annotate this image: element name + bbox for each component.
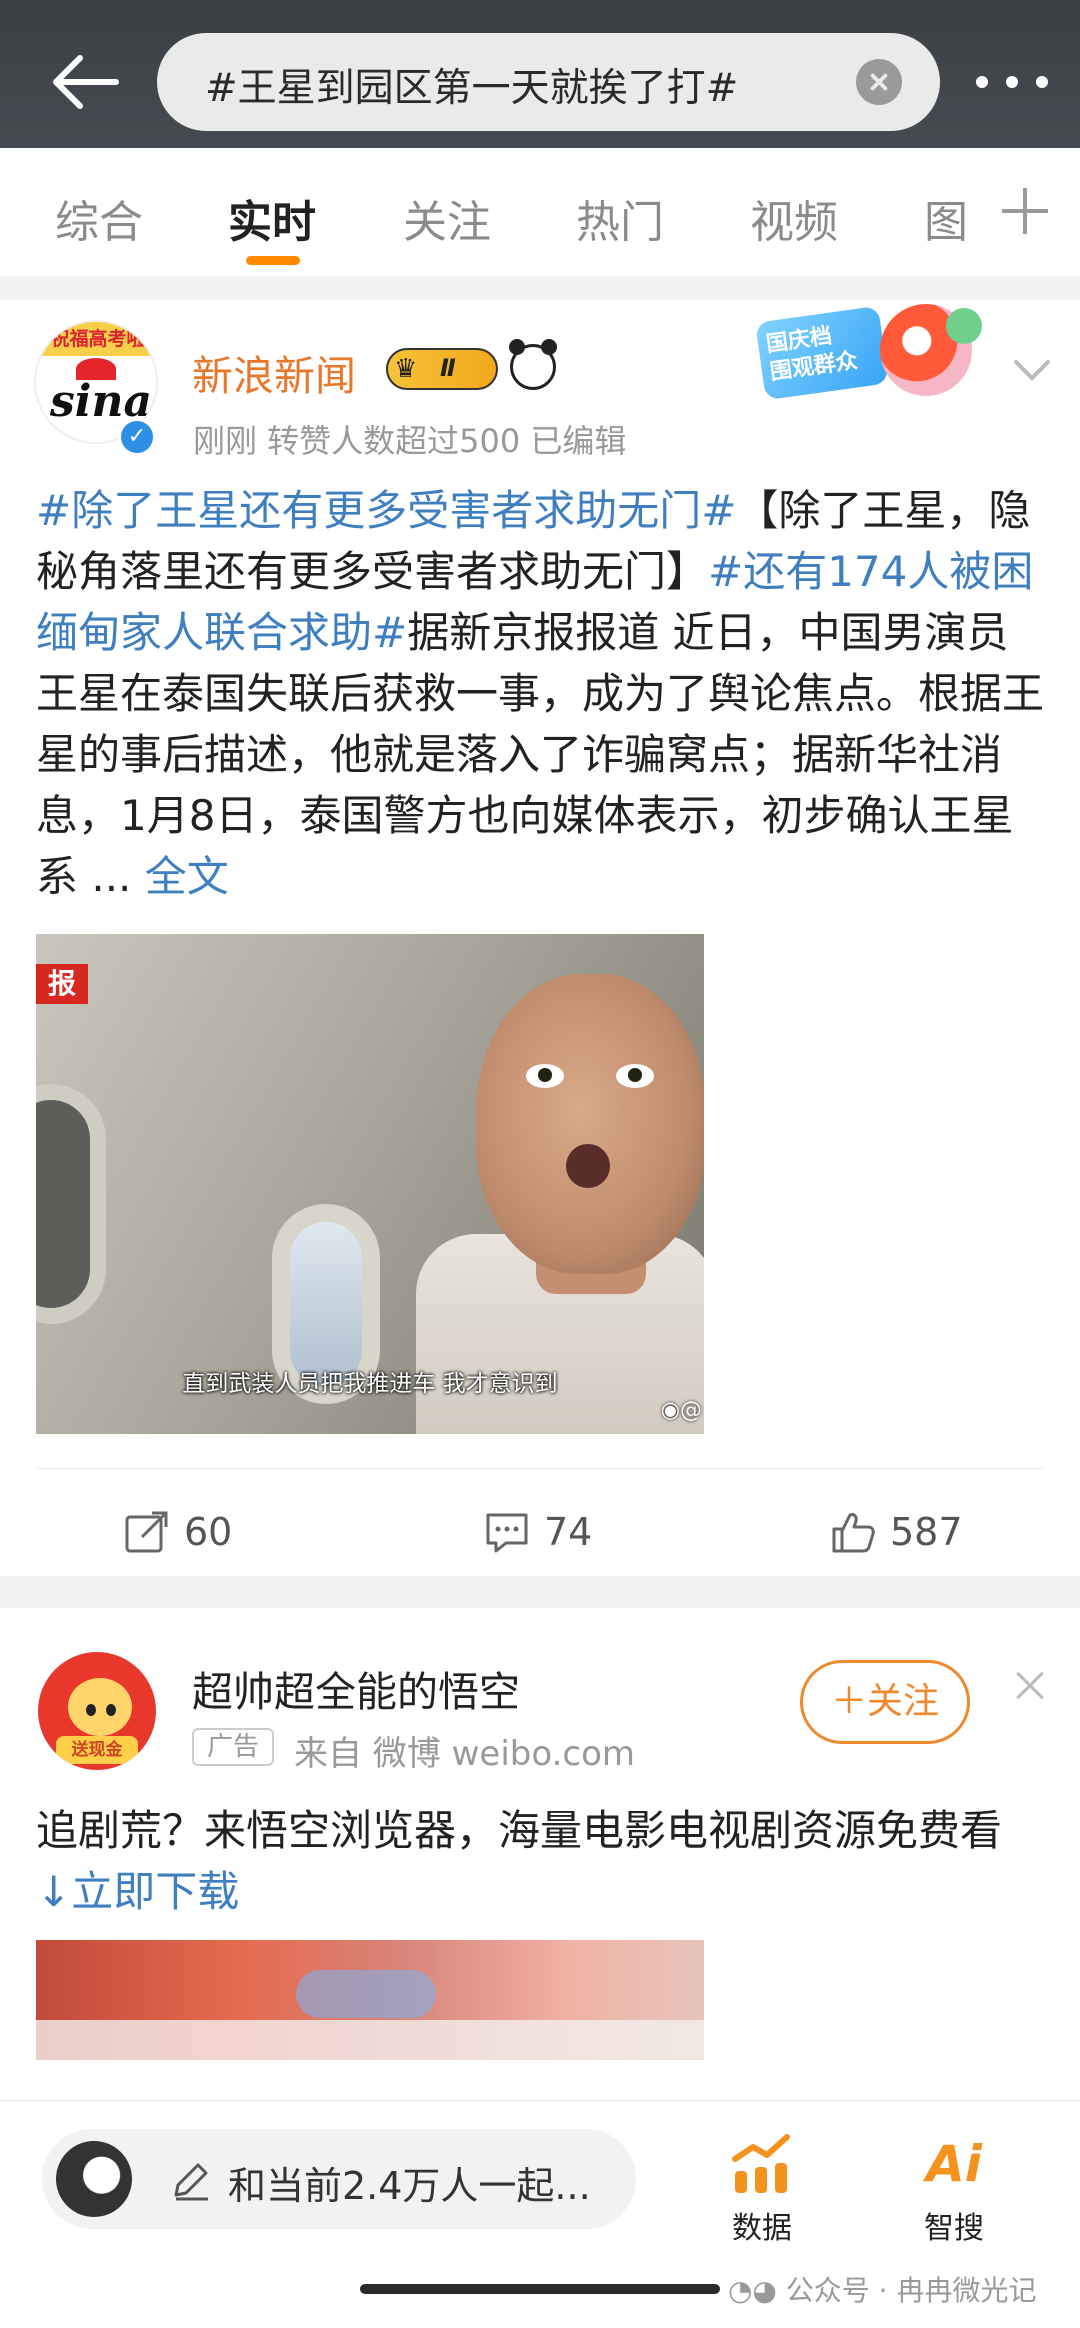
ad-badge: 广告: [192, 1728, 274, 1766]
comment-button[interactable]: 74: [484, 1504, 592, 1560]
search-box[interactable]: #王星到园区第一天就挨了打#: [157, 33, 940, 131]
eye: [106, 1704, 116, 1716]
tab-video[interactable]: 视频: [750, 186, 838, 250]
eye: [616, 1064, 654, 1088]
back-arrow-icon[interactable]: [50, 52, 120, 112]
ai-search-label: 智搜: [924, 2211, 984, 2246]
weibo-watermark: ◉@: [661, 1398, 702, 1423]
panda-icon: [509, 339, 557, 390]
thumbs-up-icon: [832, 1513, 875, 1553]
promo-sticker[interactable]: 国庆档 围观群众: [755, 304, 996, 424]
watermark-text: @: [680, 1398, 702, 1423]
avatar-ribbon: 送现金: [56, 1736, 138, 1764]
data-button[interactable]: 数据: [702, 2131, 822, 2247]
tab-following[interactable]: 关注: [403, 186, 491, 250]
post-meta: 刚刚 转赞人数超过500 已编辑: [193, 422, 627, 460]
plane-window: [36, 1084, 106, 1324]
ai-search-button[interactable]: Ai 智搜: [894, 2131, 1014, 2247]
person-head: [476, 974, 704, 1274]
repost-button[interactable]: 60: [124, 1504, 232, 1560]
tab-realtime[interactable]: 实时: [228, 186, 316, 250]
news-badge: 报: [36, 964, 88, 1004]
user-avatar: [56, 2141, 132, 2217]
like-count: 587: [890, 1510, 963, 1554]
weibo-logo-icon: ◉: [660, 1398, 680, 1423]
clear-icon[interactable]: [856, 59, 902, 105]
active-tab-indicator: [246, 256, 300, 265]
close-icon[interactable]: [1012, 1668, 1048, 1704]
tab-hot[interactable]: 热门: [576, 186, 664, 250]
avatar[interactable]: 送现金: [38, 1652, 156, 1770]
chevron-down-icon[interactable]: [1010, 348, 1054, 392]
video-subtitle: 直到武装人员把我推进车 我才意识到: [182, 1371, 558, 1397]
divider: [36, 1468, 1044, 1469]
ad-text: 追剧荒？来悟空浏览器，海量电影电视剧资源免费看: [36, 1806, 1003, 1855]
weibo-post: 祝福高考啦 sina ✓ 新浪新闻 ♛ Ⅱ 刚刚 转赞人数超过500 已编辑 国…: [0, 300, 1080, 1576]
monkey-face-icon: [68, 1678, 132, 1736]
username[interactable]: 新浪新闻: [192, 342, 356, 402]
eye: [526, 1064, 564, 1088]
search-header: #王星到园区第一天就挨了打#: [0, 0, 1080, 148]
promo-box: 国庆档 围观群众: [755, 305, 889, 401]
repost-count: 60: [184, 1510, 233, 1554]
hashtag-link[interactable]: #除了王星还有更多受害者求助无门#: [36, 486, 736, 535]
data-chart-icon: [702, 2131, 822, 2197]
crown-icon: ♛: [394, 354, 418, 384]
ad-source: 来自 微博 weibo.com: [294, 1734, 635, 1774]
comment-icon: [486, 1513, 528, 1553]
video-thumbnail[interactable]: 报 直到武装人员把我推进车 我才意识到 ◉@: [36, 934, 704, 1434]
ad-image-blur: [296, 1970, 436, 2018]
vip-rank: Ⅱ: [440, 354, 456, 382]
verified-icon: ✓: [118, 418, 156, 456]
promo-text: 国庆档 围观群众: [764, 323, 860, 386]
download-link[interactable]: ↓立即下载: [36, 1867, 239, 1916]
home-indicator[interactable]: [360, 2284, 720, 2294]
add-tab-icon[interactable]: [1002, 188, 1048, 234]
post-body: #除了王星还有更多受害者求助无门#【除了王星，隐秘角落里还有更多受害者求助无门】…: [36, 480, 1046, 907]
ai-icon: Ai: [894, 2131, 1014, 2197]
comment-input[interactable]: 和当前2.4万人一起...: [42, 2129, 636, 2229]
more-icon[interactable]: [976, 72, 1048, 92]
expand-full-text-link[interactable]: 全文: [145, 852, 229, 901]
ad-body: 追剧荒？来悟空浏览器，海量电影电视剧资源免费看 ↓立即下载: [36, 1800, 1046, 1922]
eye: [86, 1704, 96, 1716]
repost-icon: [125, 1511, 168, 1553]
wechat-icon: ◔◕: [728, 2274, 786, 2307]
ad-image-bar: [36, 2020, 704, 2060]
tab-comprehensive[interactable]: 综合: [55, 186, 143, 250]
pencil-icon: [174, 2163, 208, 2201]
search-query[interactable]: #王星到园区第一天就挨了打#: [205, 57, 738, 113]
tab-bar: 综合 实时 关注 热门 视频 图: [0, 148, 1080, 276]
mascot-accessory-icon: [946, 308, 982, 344]
ai-icon-text: Ai: [926, 2135, 982, 2193]
like-button[interactable]: 587: [830, 1504, 963, 1560]
vip-badge[interactable]: ♛ Ⅱ: [386, 348, 498, 390]
mouth: [566, 1144, 610, 1188]
ad-account-name[interactable]: 超帅超全能的悟空: [192, 1658, 520, 1718]
watermark: ◔◕ 公众号 · 冉冉微光记: [728, 2269, 1036, 2309]
follow-button[interactable]: ＋关注: [800, 1660, 970, 1744]
ad-image[interactable]: [36, 1940, 704, 2060]
comment-count: 74: [544, 1510, 593, 1554]
comment-placeholder: 和当前2.4万人一起...: [228, 2164, 591, 2208]
data-label: 数据: [732, 2211, 792, 2246]
bottom-bar: 和当前2.4万人一起... 数据 Ai 智搜 ◔◕ 公众号 · 冉冉微光记: [0, 2100, 1080, 2310]
avatar-ring-text: 祝福高考啦: [36, 322, 156, 356]
watermark-text: 公众号 · 冉冉微光记: [785, 2274, 1037, 2307]
tab-images[interactable]: 图: [924, 186, 968, 250]
